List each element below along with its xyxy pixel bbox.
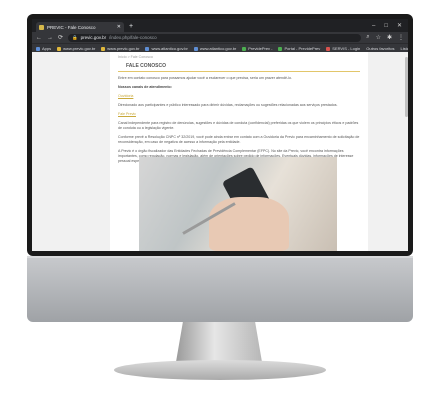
bookmark-icon: [57, 46, 62, 51]
monitor-chin: [27, 256, 413, 322]
hero-photo: [139, 157, 337, 251]
tab-title: PREVIC - Fale Conosco: [47, 24, 96, 30]
tab-bar: PREVIC - Fale Conosco ✕ + – □ ✕: [32, 19, 408, 32]
fale-text: Canal independente para registro de denú…: [118, 121, 359, 130]
bookmark-icon: [193, 46, 198, 51]
monitor-neck: [176, 322, 262, 362]
browser-tab[interactable]: PREVIC - Fale Conosco ✕: [36, 22, 124, 32]
close-tab-icon[interactable]: ✕: [117, 24, 121, 30]
bookmark-label: Apps: [42, 46, 52, 51]
window-controls: – □ ✕: [372, 21, 408, 32]
bookmark-icon: [242, 46, 247, 51]
bookmark-icon: [278, 46, 283, 51]
minimize-button[interactable]: –: [372, 21, 375, 32]
bookmark-label: PrevidePrev -: [248, 46, 273, 51]
bookmark-icon: [145, 46, 150, 51]
bookmark-folder[interactable]: Outros favoritos: [366, 46, 394, 51]
lock-icon: 🔒: [72, 34, 78, 40]
bookmark-label: SERVIS - Login: [332, 46, 361, 51]
page-title: FALE CONOSCO: [118, 60, 360, 72]
reload-icon[interactable]: ⟳: [58, 34, 63, 41]
breadcrumb: Início > Fale Conosco: [118, 55, 153, 59]
favicon-icon: [39, 24, 44, 30]
ouvidoria-link-line: Ouvidoria: [118, 94, 360, 99]
close-window-button[interactable]: ✕: [397, 21, 402, 32]
toolbar-icons: ⌕ ☆ ✱ ⋮: [366, 34, 404, 41]
page-content: Início > Fale Conosco FALE CONOSCO Entre…: [110, 52, 368, 251]
bookmark-item[interactable]: Apps: [36, 46, 51, 51]
back-icon[interactable]: ←: [36, 35, 42, 41]
address-bar[interactable]: 🔒 previc.gov.br/index.php/fale-conosco: [68, 33, 362, 42]
intro-text: Entre em contato conosco para possamos a…: [118, 76, 292, 80]
bookmark-item[interactable]: www.atlantico.gov.br: [145, 46, 188, 51]
toolbar: ← → ⟳ 🔒 previc.gov.br/index.php/fale-con…: [32, 32, 408, 43]
bookmark-label: www.atlantico.gov.br: [151, 46, 188, 51]
fale-previc-link[interactable]: Fale Previc: [118, 112, 136, 116]
bookmark-label: Portal - PrevidePrev: [284, 46, 321, 51]
url-path: /index.php/fale-conosco: [109, 35, 157, 40]
extensions-icon[interactable]: ✱: [387, 34, 392, 41]
channels-heading: Nossos canais de atendimento:: [118, 85, 172, 89]
zoom-icon[interactable]: ⌕: [366, 34, 369, 41]
bookmark-label: www.previc.gov.br: [63, 46, 96, 51]
page-background: Início > Fale Conosco FALE CONOSCO Entre…: [32, 52, 408, 251]
ouvidoria-link[interactable]: Ouvidoria: [118, 94, 133, 98]
ouvidoria-text: Direcionado aos participantes e público …: [118, 103, 338, 107]
maximize-button[interactable]: □: [384, 21, 388, 32]
bookmark-item[interactable]: www.previc.gov.br: [57, 46, 95, 51]
bookmark-icon: [101, 46, 106, 51]
bookmark-item[interactable]: Portal - PrevidePrev: [278, 46, 320, 51]
url-domain: previc.gov.br: [80, 35, 107, 40]
bookmark-icon: [326, 46, 331, 51]
bookmark-label: www.previc.gov.br: [107, 46, 140, 51]
fale-link-line: Fale Previc: [118, 112, 360, 117]
forward-icon[interactable]: →: [47, 35, 53, 41]
photo-hand: [209, 197, 289, 251]
resolution-text: Conforme prevê a Resolução CNPC nº 32/20…: [118, 135, 360, 144]
scrollbar-thumb[interactable]: [405, 57, 408, 117]
bookmark-item[interactable]: SERVIS - Login: [326, 46, 360, 51]
new-tab-button[interactable]: +: [129, 22, 133, 32]
bookmark-item[interactable]: www.atlantico.gov.br: [193, 46, 237, 51]
menu-icon[interactable]: ⋮: [398, 34, 404, 41]
bookmark-label: www.atlantico.gov.br: [199, 46, 237, 51]
monitor-base: [114, 360, 326, 380]
monitor-chin-edge: [27, 256, 413, 258]
bookmarks-right: Outros favoritos Lista de leitura: [366, 46, 408, 51]
star-icon[interactable]: ☆: [376, 34, 381, 41]
bookmark-item[interactable]: PrevidePrev -: [242, 46, 272, 51]
bookmark-folder[interactable]: Lista de leitura: [400, 46, 408, 51]
bookmark-item[interactable]: www.previc.gov.br: [101, 46, 139, 51]
bookmark-icon: [36, 46, 40, 51]
screen: PREVIC - Fale Conosco ✕ + – □ ✕ ← → ⟳ 🔒 …: [32, 19, 408, 251]
